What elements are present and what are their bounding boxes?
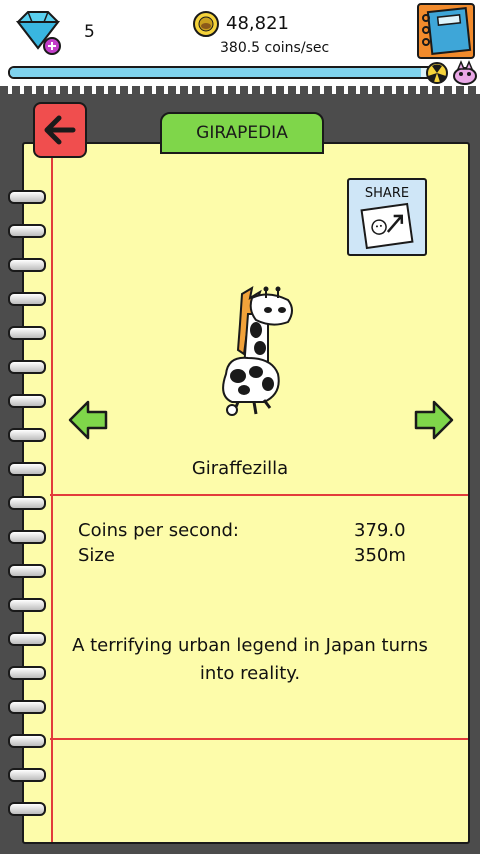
share-card-icon: [360, 202, 414, 250]
diamond-gem-icon[interactable]: [12, 8, 64, 56]
back-arrow-icon: [44, 115, 76, 145]
progress-bar: [8, 66, 436, 79]
spiral-ring: [8, 666, 46, 680]
spiral-ring: [8, 326, 46, 340]
spiral-ring: [8, 428, 46, 442]
back-button[interactable]: [33, 102, 87, 158]
stat-label-size: Size: [78, 545, 115, 566]
spiral-ring: [8, 632, 46, 646]
next-entry-button[interactable]: [412, 398, 456, 442]
top-bar: 5 48,821 380.5 coins/sec: [0, 0, 480, 92]
spiral-ring: [8, 394, 46, 408]
spiral-ring: [8, 700, 46, 714]
spiral-ring: [8, 224, 46, 238]
spiral-ring: [8, 530, 46, 544]
entry-name: Giraffezilla: [191, 458, 289, 479]
spiral-ring: [8, 496, 46, 510]
stat-value-coins: 379.0: [354, 520, 406, 541]
coin-icon: [193, 11, 219, 37]
spiral-ring: [8, 768, 46, 782]
giraffezilla-illustration: [222, 285, 293, 416]
spiral-ring: [8, 360, 46, 374]
book-icon[interactable]: [416, 2, 476, 60]
spiral-ring: [8, 802, 46, 816]
creature-icon: [453, 60, 477, 85]
spiral-ring: [8, 564, 46, 578]
entry-description: A terrifying urban legend in Japan turns…: [72, 635, 428, 684]
ruled-line: [50, 494, 468, 496]
prev-entry-button[interactable]: [66, 398, 110, 442]
stat-label-coins: Coins per second:: [78, 520, 239, 541]
share-button[interactable]: SHARE: [347, 178, 427, 256]
share-label: SHARE: [364, 186, 410, 201]
gem-count: 5: [84, 22, 95, 42]
spiral-ring: [8, 598, 46, 612]
stat-value-size: 350m: [354, 545, 406, 566]
coins-total: 48,821: [226, 13, 289, 34]
girapedia-tab: GIRAPEDIA: [160, 112, 324, 154]
spiral-ring: [8, 734, 46, 748]
spiral-ring: [8, 190, 46, 204]
ruled-line: [50, 738, 468, 740]
spiral-ring: [8, 258, 46, 272]
spiral-ring: [8, 292, 46, 306]
progress-fill: [10, 68, 422, 77]
coins-per-second: 380.5 coins/sec: [220, 40, 330, 56]
hazard-icon: [426, 62, 448, 84]
